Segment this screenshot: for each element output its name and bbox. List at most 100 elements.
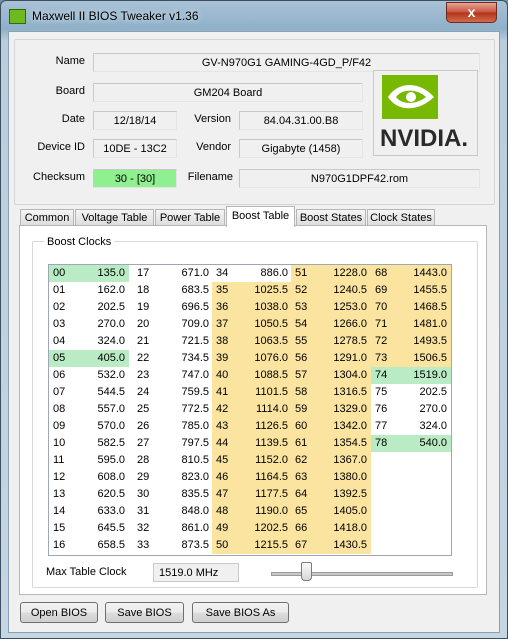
boost-entry-clock[interactable]: 658.5 — [71, 537, 129, 554]
boost-entry-clock[interactable]: 1481.0 — [393, 316, 451, 333]
boost-entry-clock[interactable]: 645.5 — [71, 520, 129, 537]
boost-entry-clock[interactable]: 324.0 — [393, 418, 451, 435]
tab-boost-states[interactable]: Boost States — [296, 209, 366, 226]
boost-entry-clock[interactable]: 1139.5 — [234, 435, 292, 452]
boost-entry-clock[interactable]: 270.0 — [393, 401, 451, 418]
date-field[interactable]: 12/18/14 — [93, 111, 177, 130]
boost-entry-clock[interactable]: 683.5 — [155, 282, 213, 299]
save-bios-as-button[interactable]: Save BIOS As — [192, 602, 289, 623]
boost-entry-clock[interactable]: 1164.5 — [234, 469, 292, 486]
boost-entry-clock[interactable]: 162.0 — [71, 282, 129, 299]
boost-entry-clock[interactable]: 797.5 — [155, 435, 213, 452]
boost-entry-clock[interactable]: 1126.5 — [234, 418, 292, 435]
version-field[interactable]: 84.04.31.00.B8 — [239, 111, 363, 130]
boost-entry-clock[interactable]: 1316.5 — [313, 384, 371, 401]
boost-entry-clock[interactable]: 1101.5 — [234, 384, 292, 401]
boost-entry-clock[interactable]: 1519.0 — [393, 367, 451, 384]
boost-entry-clock[interactable]: 1152.0 — [234, 452, 292, 469]
boost-entry-clock[interactable]: 861.0 — [155, 520, 213, 537]
boost-entry-clock[interactable]: 1177.5 — [234, 486, 292, 503]
clock-slider-thumb[interactable] — [301, 562, 312, 581]
boost-entry-clock[interactable]: 405.0 — [71, 350, 129, 367]
boost-entry-clock[interactable]: 1291.0 — [313, 350, 371, 367]
boost-entry-clock[interactable]: 1088.5 — [234, 367, 292, 384]
boost-entry-clock[interactable]: 570.0 — [71, 418, 129, 435]
boost-entry-clock[interactable]: 1215.5 — [234, 537, 292, 554]
boost-entry-clock[interactable]: 1114.0 — [234, 401, 292, 418]
save-bios-button[interactable]: Save BIOS — [105, 602, 184, 623]
boost-entry-clock[interactable]: 1367.0 — [313, 452, 371, 469]
boost-entry-clock[interactable]: 582.5 — [71, 435, 129, 452]
boost-entry-clock[interactable]: 1063.5 — [234, 333, 292, 350]
board-field[interactable]: GM204 Board — [93, 83, 363, 102]
vendor-field[interactable]: Gigabyte (1458) — [239, 139, 363, 158]
tab-common[interactable]: Common — [20, 209, 74, 226]
boost-entry-clock[interactable]: 848.0 — [155, 503, 213, 520]
boost-entry-clock[interactable]: 886.0 — [234, 265, 292, 282]
boost-entry-clock[interactable]: 721.5 — [155, 333, 213, 350]
tab-boost-table[interactable]: Boost Table — [226, 206, 295, 227]
boost-entry-clock[interactable]: 608.0 — [71, 469, 129, 486]
boost-entry-clock[interactable]: 202.5 — [393, 384, 451, 401]
boost-entry-clock[interactable]: 1240.5 — [313, 282, 371, 299]
tab-power-table[interactable]: Power Table — [155, 209, 225, 226]
boost-entry-clock[interactable]: 873.5 — [155, 537, 213, 554]
boost-entry-clock[interactable]: 1329.0 — [313, 401, 371, 418]
boost-entry-clock[interactable]: 1025.5 — [234, 282, 292, 299]
boost-entry-clock[interactable]: 734.5 — [155, 350, 213, 367]
boost-entry-clock[interactable]: 1050.5 — [234, 316, 292, 333]
boost-entry-clock[interactable]: 544.5 — [71, 384, 129, 401]
boost-entry-clock[interactable]: 835.5 — [155, 486, 213, 503]
boost-entry-clock[interactable]: 823.0 — [155, 469, 213, 486]
title-bar[interactable]: Maxwell II BIOS Tweaker v1.36 x — [1, 1, 507, 31]
boost-entry-clock[interactable]: 1380.0 — [313, 469, 371, 486]
boost-entry-clock[interactable]: 270.0 — [71, 316, 129, 333]
boost-entry-clock[interactable]: 1190.0 — [234, 503, 292, 520]
boost-entry-clock[interactable]: 1443.0 — [393, 265, 451, 282]
boost-entry-clock[interactable]: 1202.5 — [234, 520, 292, 537]
boost-entry-clock[interactable]: 1354.5 — [313, 435, 371, 452]
boost-entry-clock[interactable]: 696.5 — [155, 299, 213, 316]
boost-entry-clock[interactable]: 633.0 — [71, 503, 129, 520]
boost-entry-clock[interactable]: 1493.5 — [393, 333, 451, 350]
boost-entry-clock[interactable]: 1253.0 — [313, 299, 371, 316]
boost-entry-clock[interactable]: 540.0 — [393, 435, 451, 452]
boost-entry-clock[interactable]: 1076.0 — [234, 350, 292, 367]
boost-entry-clock[interactable]: 1266.0 — [313, 316, 371, 333]
boost-entry-clock[interactable]: 1455.5 — [393, 282, 451, 299]
boost-entry-clock[interactable]: 1405.0 — [313, 503, 371, 520]
boost-entry-clock[interactable]: 747.0 — [155, 367, 213, 384]
tab-voltage-table[interactable]: Voltage Table — [75, 209, 154, 226]
close-button[interactable]: x — [446, 2, 497, 23]
boost-entry-clock[interactable]: 595.0 — [71, 452, 129, 469]
boost-entry-clock[interactable]: 1038.0 — [234, 299, 292, 316]
boost-entry-clock[interactable]: 1304.0 — [313, 367, 371, 384]
filename-field[interactable]: N970G1DPF42.rom — [239, 169, 480, 188]
clock-slider-track[interactable] — [271, 572, 453, 576]
boost-entry-clock[interactable]: 785.0 — [155, 418, 213, 435]
boost-entry-clock[interactable]: 671.0 — [155, 265, 213, 282]
boost-entry-clock[interactable]: 1430.5 — [313, 537, 371, 554]
boost-entry-clock[interactable]: 759.5 — [155, 384, 213, 401]
boost-entry-clock[interactable]: 1342.0 — [313, 418, 371, 435]
tab-clock-states[interactable]: Clock States — [367, 209, 435, 226]
boost-entry-clock[interactable]: 1468.5 — [393, 299, 451, 316]
boost-entry-clock[interactable]: 202.5 — [71, 299, 129, 316]
max-table-clock-field[interactable]: 1519.0 MHz — [153, 563, 239, 582]
boost-entry-clock[interactable]: 324.0 — [71, 333, 129, 350]
boost-entry-clock[interactable]: 1278.5 — [313, 333, 371, 350]
boost-entry-clock[interactable]: 557.0 — [71, 401, 129, 418]
boost-entry-clock[interactable]: 1506.5 — [393, 350, 451, 367]
boost-entry-clock[interactable]: 1228.0 — [313, 265, 371, 282]
open-bios-button[interactable]: Open BIOS — [20, 602, 98, 623]
boost-entry-clock[interactable]: 1418.0 — [313, 520, 371, 537]
boost-entry-clock[interactable]: 620.5 — [71, 486, 129, 503]
boost-entry-clock[interactable]: 709.0 — [155, 316, 213, 333]
boost-entry-clock[interactable]: 135.0 — [71, 265, 129, 282]
checksum-field[interactable]: 30 - [30] — [93, 169, 177, 188]
boost-entry-clock[interactable]: 772.5 — [155, 401, 213, 418]
boost-entry-clock[interactable]: 810.5 — [155, 452, 213, 469]
boost-entry-clock[interactable]: 1392.5 — [313, 486, 371, 503]
boost-entry-clock[interactable]: 532.0 — [71, 367, 129, 384]
device-id-field[interactable]: 10DE - 13C2 — [93, 139, 177, 158]
